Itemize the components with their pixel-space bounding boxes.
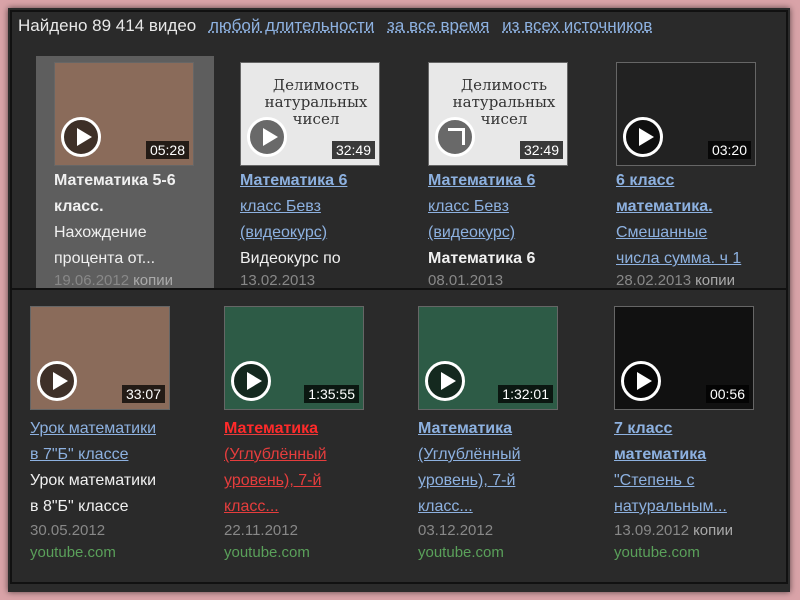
results-count: Найдено 89 414 видео xyxy=(18,16,197,35)
play-icon[interactable] xyxy=(37,361,77,401)
video-title[interactable]: 7 класс математика "Степень с натуральны… xyxy=(614,416,774,520)
video-thumbnail[interactable]: 33:07 xyxy=(30,306,170,410)
video-source[interactable]: youtube.com xyxy=(224,544,310,561)
video-duration: 33:07 xyxy=(121,385,165,403)
video-thumbnail[interactable]: Делимость натуральных чисел 32:49 xyxy=(428,62,568,166)
play-icon[interactable] xyxy=(621,361,661,401)
external-link-icon[interactable] xyxy=(435,117,475,157)
video-date: 08.01.2013 xyxy=(428,272,504,289)
video-source[interactable]: youtube.com xyxy=(30,544,116,561)
video-date: 03.12.2012 xyxy=(418,522,494,539)
video-duration: 1:35:55 xyxy=(304,385,359,403)
copies-link[interactable]: копии xyxy=(693,522,733,539)
video-duration: 32:49 xyxy=(331,141,375,159)
video-thumbnail[interactable]: 03:20 xyxy=(616,62,756,166)
video-date: 22.11.2012 xyxy=(224,522,298,539)
video-duration: 1:32:01 xyxy=(498,385,553,403)
video-source[interactable]: youtube.com xyxy=(614,544,700,561)
video-duration: 03:20 xyxy=(707,141,751,159)
video-title[interactable]: Математика (Углублённый уровень), 7-й кл… xyxy=(418,416,578,520)
video-duration: 00:56 xyxy=(705,385,749,403)
video-thumbnail[interactable]: 1:35:55 xyxy=(224,306,364,410)
video-thumbnail[interactable]: 1:32:01 xyxy=(418,306,558,410)
video-thumbnail[interactable]: Делимость натуральных чисел 32:49 xyxy=(240,62,380,166)
video-date: 28.02.2013 копии xyxy=(616,272,736,289)
copies-link[interactable]: копии xyxy=(695,272,735,289)
play-icon[interactable] xyxy=(425,361,465,401)
video-title[interactable]: 6 класс математика. Смешанные числа сумм… xyxy=(616,168,776,272)
video-thumbnail[interactable]: 00:56 xyxy=(614,306,754,410)
play-icon[interactable] xyxy=(623,117,663,157)
video-date: 13.09.2012 копии xyxy=(614,522,734,539)
play-icon[interactable] xyxy=(231,361,271,401)
video-title[interactable]: Математика 6 класс Бевз (видеокурс) Мате… xyxy=(428,168,588,272)
video-date: 13.02.2013 xyxy=(240,272,316,289)
video-source[interactable]: youtube.com xyxy=(418,544,504,561)
results-header: Найдено 89 414 видео любой длительности … xyxy=(18,16,652,36)
video-duration: 32:49 xyxy=(519,141,563,159)
video-title[interactable]: Математика 6 класс Бевз (видеокурс) Виде… xyxy=(240,168,400,272)
filter-duration[interactable]: любой длительности xyxy=(209,16,374,35)
filter-time[interactable]: за все время xyxy=(387,16,489,35)
video-thumbnail[interactable]: 05:28 xyxy=(54,62,194,166)
play-icon[interactable] xyxy=(247,117,287,157)
video-date: 19.06.2012 копии xyxy=(54,272,174,289)
video-duration: 05:28 xyxy=(145,141,189,159)
video-title[interactable]: Математика 5-6 класс. Нахождение процент… xyxy=(54,168,214,272)
copies-link[interactable]: копии xyxy=(133,272,173,289)
play-icon[interactable] xyxy=(61,117,101,157)
video-date: 30.05.2012 xyxy=(30,522,106,539)
video-title[interactable]: Математика (Углублённый уровень), 7-й кл… xyxy=(224,416,384,520)
filter-source[interactable]: из всех источников xyxy=(502,16,652,35)
video-title[interactable]: Урок математики в 7"Б" классе Урок матем… xyxy=(30,416,206,520)
